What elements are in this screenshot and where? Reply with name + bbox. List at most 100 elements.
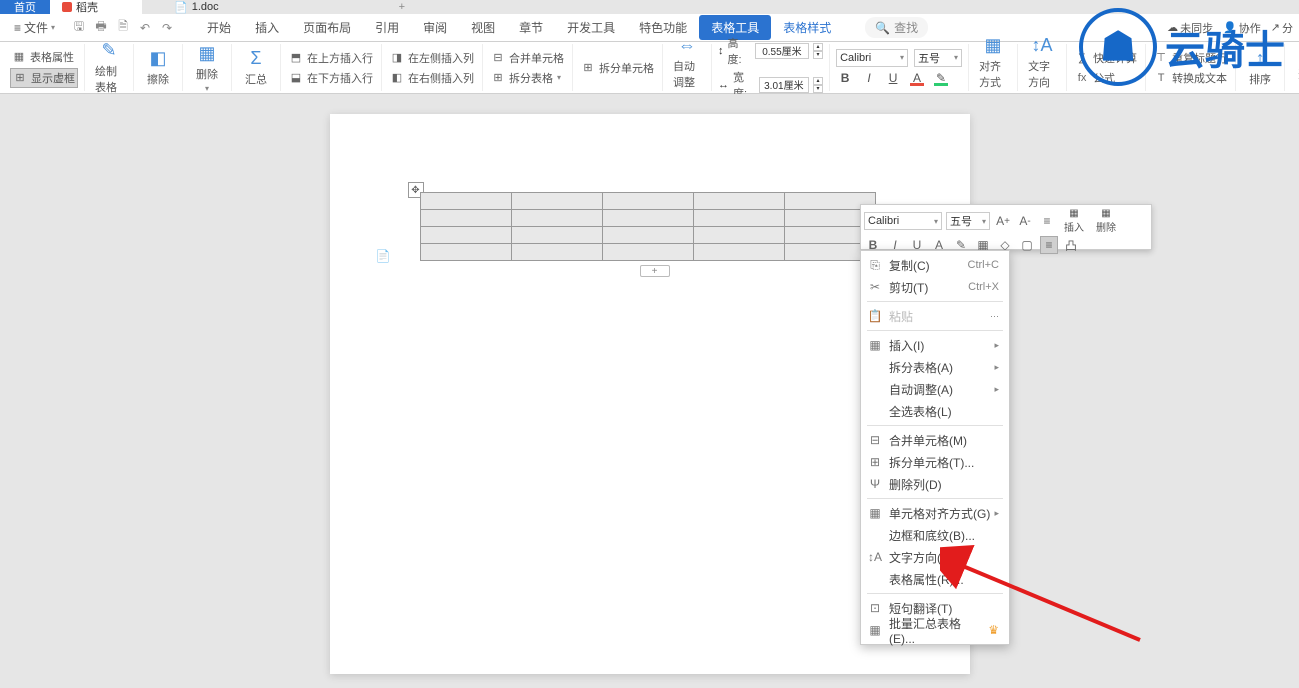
fast-calc-button[interactable]: ∑快速计算 [1073, 49, 1139, 67]
font-color-button[interactable]: A [908, 69, 926, 87]
summary-button[interactable]: Σ汇总 [238, 46, 274, 89]
mini-size-select[interactable]: 五号▾ [946, 212, 990, 230]
table-row[interactable] [420, 244, 875, 261]
table-cell[interactable] [602, 227, 693, 244]
cm-table-props[interactable]: 表格属性(R)... [861, 568, 1009, 590]
table-cell[interactable] [693, 227, 784, 244]
print-icon[interactable]: 🖶 [93, 20, 109, 36]
merge-cells-button[interactable]: ⊟合并单元格 [489, 49, 566, 67]
tab-insert[interactable]: 插入 [243, 15, 291, 40]
tab-review[interactable]: 审阅 [411, 15, 459, 40]
tab-app[interactable]: 稻壳 [50, 0, 142, 14]
undo-icon[interactable]: ↶ [137, 20, 153, 36]
erase-button[interactable]: ◧擦除 [140, 46, 176, 89]
table-cell[interactable] [511, 210, 602, 227]
table-cell[interactable] [602, 210, 693, 227]
italic-button[interactable]: I [860, 69, 878, 87]
add-row-button[interactable]: + [640, 265, 670, 277]
split-table-button[interactable]: ⊞拆分表格▾ [489, 69, 566, 87]
insert-right-button[interactable]: ◧在右侧插入列 [388, 69, 476, 87]
textdir-button[interactable]: ↕A文字方向▾ [1024, 33, 1060, 103]
tab-ref[interactable]: 引用 [363, 15, 411, 40]
table-cell[interactable] [511, 227, 602, 244]
height-spinner[interactable]: ▴▾ [813, 43, 823, 59]
table-row[interactable] [420, 193, 875, 210]
mini-grow-font[interactable]: A+ [994, 212, 1012, 230]
table-row[interactable] [420, 210, 875, 227]
mini-list-button[interactable]: ≡ [1038, 212, 1056, 230]
table-props-button[interactable]: ▦表格属性 [10, 48, 78, 66]
insert-left-button[interactable]: ◨在左侧插入列 [388, 49, 476, 67]
cm-delete-col[interactable]: Ψ删除列(D) [861, 473, 1009, 495]
sort-button[interactable]: ↕排序 [1242, 46, 1278, 89]
table-cell[interactable] [693, 210, 784, 227]
draw-table-button[interactable]: ✎绘制表格 [91, 38, 127, 97]
redo-icon[interactable]: ↷ [159, 20, 175, 36]
table-cell[interactable] [420, 210, 511, 227]
cm-autofit[interactable]: 自动调整(A)▸ [861, 378, 1009, 400]
cm-border[interactable]: 边框和底纹(B)... [861, 524, 1009, 546]
font-select[interactable]: Calibri▾ [836, 49, 908, 67]
table-cell[interactable] [693, 193, 784, 210]
cm-insert[interactable]: ▦插入(I)▸ [861, 334, 1009, 356]
table-cell[interactable] [602, 193, 693, 210]
to-text-button[interactable]: T转换成文本 [1152, 69, 1229, 87]
table-cell[interactable] [511, 193, 602, 210]
sync-status[interactable]: ☁未同步 [1167, 20, 1213, 36]
size-select[interactable]: 五号▾ [914, 49, 962, 67]
tab-dev[interactable]: 开发工具 [555, 15, 627, 40]
bold-button[interactable]: B [836, 69, 854, 87]
delete-button[interactable]: ▦删除▾ [189, 41, 225, 95]
collab-button[interactable]: 👤协作 [1223, 20, 1261, 36]
table-cell[interactable] [420, 227, 511, 244]
cm-split-table[interactable]: 拆分表格(A)▸ [861, 356, 1009, 378]
tab-start[interactable]: 开始 [195, 15, 243, 40]
table-cell[interactable] [602, 244, 693, 261]
file-menu[interactable]: ≡文件▾ [6, 17, 63, 38]
mini-align[interactable]: ≡ [1040, 236, 1058, 254]
align-button[interactable]: ▦对齐方式▾ [975, 33, 1011, 103]
show-grid-button[interactable]: ⊞显示虚框 [10, 68, 78, 88]
table-cell[interactable] [693, 244, 784, 261]
insert-below-button[interactable]: ⬓在下方插入行 [287, 69, 375, 87]
cm-batch[interactable]: ▦批量汇总表格(E)...♛ [861, 619, 1009, 641]
autofit-button[interactable]: ⇔自动调整▾ [669, 33, 705, 103]
split-cell-button[interactable]: ⊞拆分单元格 [579, 59, 656, 77]
cm-select-all[interactable]: 全选表格(L) [861, 400, 1009, 422]
cm-split-cell[interactable]: ⊞拆分单元格(T)... [861, 451, 1009, 473]
table-row[interactable] [420, 227, 875, 244]
tab-doc[interactable]: 📄1.doc [162, 0, 231, 14]
tab-home[interactable]: 首页 [0, 0, 50, 14]
mini-font-select[interactable]: Calibri▾ [864, 212, 942, 230]
save-icon[interactable]: 🖫 [71, 20, 87, 36]
table-cell[interactable] [420, 244, 511, 261]
table-cell[interactable] [511, 244, 602, 261]
tab-view[interactable]: 视图 [459, 15, 507, 40]
highlight-button[interactable]: ✎ [932, 69, 950, 87]
cm-merge[interactable]: ⊟合并单元格(M) [861, 429, 1009, 451]
mini-format-painter[interactable]: 凸 [1062, 236, 1080, 254]
height-input[interactable]: 0.55厘米 [755, 43, 809, 59]
mini-shading[interactable]: ▢ [1018, 236, 1036, 254]
repeat-header-button[interactable]: ⊤重复标题行 [1152, 49, 1229, 67]
insert-above-button[interactable]: ⬒在上方插入行 [287, 49, 375, 67]
mini-shrink-font[interactable]: A- [1016, 212, 1034, 230]
formula-button[interactable]: fx公式 [1073, 69, 1139, 87]
share-button[interactable]: ↗分 [1271, 20, 1293, 36]
cm-cut[interactable]: ✂剪切(T)Ctrl+X [861, 276, 1009, 298]
width-input[interactable]: 3.01厘米 [759, 77, 809, 93]
table[interactable] [420, 192, 876, 261]
mini-delete-button[interactable]: ▦删除 [1092, 208, 1120, 234]
table-cell[interactable] [420, 193, 511, 210]
tab-layout[interactable]: 页面布局 [291, 15, 363, 40]
search-box[interactable]: 🔍查找 [865, 17, 928, 38]
cm-text-dir[interactable]: ↕A文字方向(X)... [861, 546, 1009, 568]
underline-button[interactable]: U [884, 69, 902, 87]
preview-icon[interactable]: 🗎 [115, 20, 131, 36]
tab-section[interactable]: 章节 [507, 15, 555, 40]
tab-add[interactable]: + [391, 0, 413, 14]
cm-copy[interactable]: ⎘复制(C)Ctrl+C [861, 254, 1009, 276]
mini-insert-button[interactable]: ▦插入 [1060, 208, 1088, 234]
select-button[interactable]: ▭选择▾ [1291, 41, 1299, 95]
cm-cell-align[interactable]: ▦单元格对齐方式(G)▸ [861, 502, 1009, 524]
